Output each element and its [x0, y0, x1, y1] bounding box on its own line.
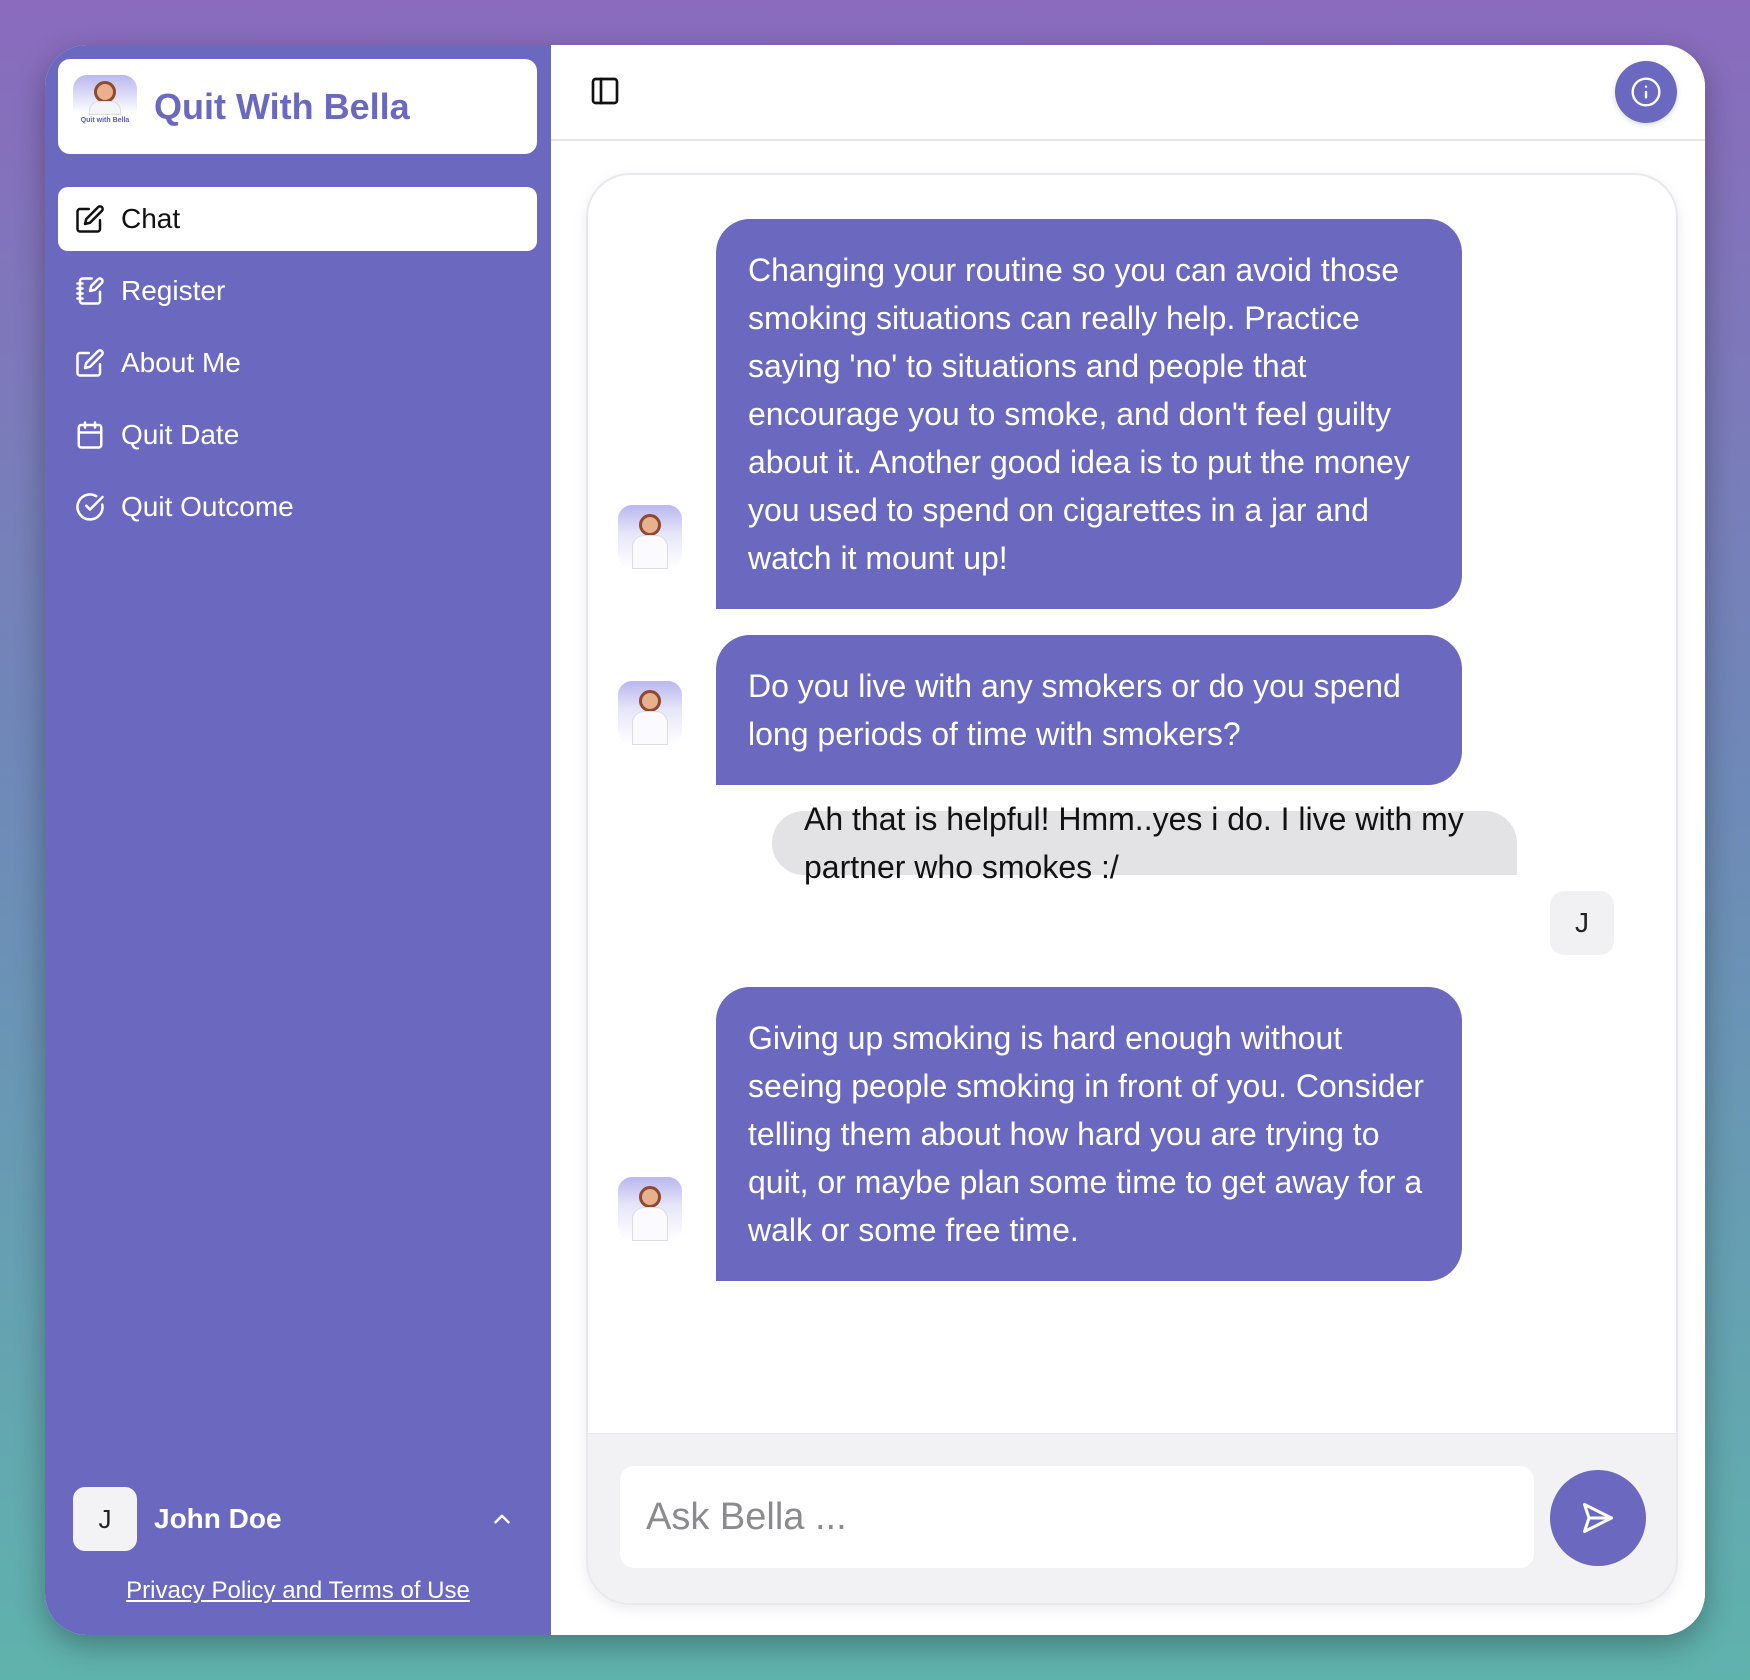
- brand-header[interactable]: Quit with Bella Quit With Bella: [58, 59, 537, 154]
- edit-icon: [76, 349, 104, 377]
- sidebar-item-label: Chat: [121, 203, 181, 234]
- sidebar-item-quit-outcome[interactable]: Quit Outcome: [58, 475, 537, 539]
- logo-caption: Quit with Bella: [80, 116, 130, 124]
- edit-icon: [76, 205, 104, 233]
- chat-input[interactable]: [620, 1466, 1534, 1568]
- privacy-link[interactable]: Privacy Policy and Terms of Use: [45, 1577, 551, 1605]
- user-menu[interactable]: J John Doe: [73, 1487, 523, 1551]
- sidebar-item-label: Quit Outcome: [121, 491, 294, 522]
- app-window: Quit with Bella Quit With Bella Chat Reg…: [45, 45, 1705, 1635]
- sidebar-item-quit-date[interactable]: Quit Date: [58, 403, 537, 467]
- chat-card: Changing your routine so you can avoid t…: [586, 173, 1678, 1605]
- sidebar-item-about-me[interactable]: About Me: [58, 331, 537, 395]
- info-button[interactable]: [1615, 61, 1677, 123]
- message-list[interactable]: Changing your routine so you can avoid t…: [588, 175, 1676, 1433]
- sidebar-item-label: Register: [121, 275, 226, 306]
- sidebar-item-label: Quit Date: [121, 419, 240, 450]
- check-circle-icon: [76, 493, 104, 521]
- sidebar-item-label: About Me: [121, 347, 241, 378]
- bella-avatar: [618, 681, 682, 745]
- composer: [588, 1433, 1676, 1603]
- send-icon: [1583, 1503, 1613, 1533]
- sidebar-toggle-icon[interactable]: [589, 75, 621, 107]
- sidebar: Quit with Bella Quit With Bella Chat Reg…: [45, 45, 551, 1635]
- bella-avatar: [618, 505, 682, 569]
- bot-message: Changing your routine so you can avoid t…: [716, 219, 1462, 609]
- app-title: Quit With Bella: [154, 85, 410, 127]
- notebook-icon: [76, 277, 104, 305]
- avatar: J: [73, 1487, 137, 1551]
- info-icon: [1631, 77, 1661, 107]
- main-panel: Changing your routine so you can avoid t…: [551, 45, 1705, 1635]
- chevron-up-icon[interactable]: [489, 1506, 515, 1532]
- calendar-icon: [77, 421, 103, 449]
- bot-message: Giving up smoking is hard enough without…: [716, 987, 1462, 1281]
- bella-avatar: [618, 1177, 682, 1241]
- sidebar-item-chat[interactable]: Chat: [58, 187, 537, 251]
- send-button[interactable]: [1550, 1470, 1646, 1566]
- sidebar-item-register[interactable]: Register: [58, 259, 537, 323]
- bella-logo: Quit with Bella: [73, 74, 137, 139]
- sidebar-nav: Chat Register About Me Quit Date Quit Ou…: [58, 187, 537, 547]
- user-name: John Doe: [154, 1503, 282, 1534]
- topbar: [551, 45, 1705, 141]
- user-avatar: J: [1550, 891, 1614, 955]
- bot-message: Do you live with any smokers or do you s…: [716, 635, 1462, 785]
- user-message: Ah that is helpful! Hmm..yes i do. I liv…: [772, 801, 1517, 885]
